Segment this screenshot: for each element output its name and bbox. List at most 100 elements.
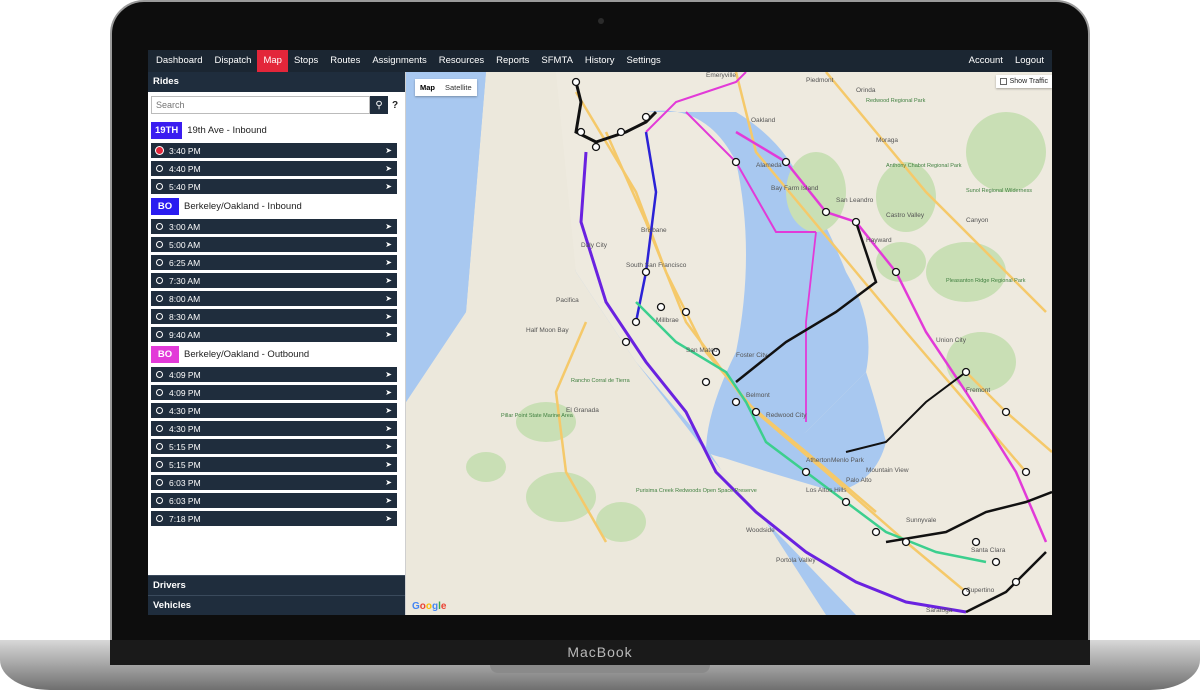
ride-time: 5:15 PM [169,460,385,470]
map-canvas[interactable]: OaklandAlamedaSan LeandroBay Farm Island… [406,72,1052,615]
locate-arrow-icon[interactable]: ➤ [385,182,392,191]
park-area [926,242,1006,302]
locate-arrow-icon[interactable]: ➤ [385,294,392,303]
city-label: Los Altos Hills [806,487,847,494]
ride-row[interactable]: 3:00 AM➤ [151,219,397,234]
locate-arrow-icon[interactable]: ➤ [385,442,392,451]
ride-time: 6:03 PM [169,496,385,506]
stop-marker [993,559,1000,566]
ride-row[interactable]: 4:40 PM➤ [151,161,397,176]
macbook-label: MacBook [0,644,1200,660]
city-label: Castro Valley [886,212,925,219]
locate-arrow-icon[interactable]: ➤ [385,406,392,415]
locate-arrow-icon[interactable]: ➤ [385,514,392,523]
locate-arrow-icon[interactable]: ➤ [385,240,392,249]
route-header[interactable]: BOBerkeley/Oakland - Outbound [151,344,402,364]
ride-time: 8:00 AM [169,294,385,304]
vehicles-panel[interactable]: Vehicles [148,595,405,615]
locate-arrow-icon[interactable]: ➤ [385,388,392,397]
help-button[interactable]: ? [388,100,402,111]
ride-row[interactable]: 6:03 PM➤ [151,475,397,490]
locate-arrow-icon[interactable]: ➤ [385,258,392,267]
locate-arrow-icon[interactable]: ➤ [385,424,392,433]
map-type-map[interactable]: Map [415,79,440,96]
locate-arrow-icon[interactable]: ➤ [385,164,392,173]
locate-arrow-icon[interactable]: ➤ [385,496,392,505]
ride-row[interactable]: 4:30 PM➤ [151,403,397,418]
ride-row[interactable]: 6:25 AM➤ [151,255,397,270]
map-type-satellite[interactable]: Satellite [440,79,477,96]
search-input[interactable] [151,96,370,114]
rides-header[interactable]: Rides [148,72,405,92]
park-area [466,452,506,482]
nav-history[interactable]: History [579,50,621,72]
locate-arrow-icon[interactable]: ➤ [385,330,392,339]
stop-marker [658,304,665,311]
city-label: Hayward [866,237,892,244]
status-circle-icon [156,461,163,468]
status-circle-icon [156,425,163,432]
ride-time: 4:30 PM [169,424,385,434]
locate-arrow-icon[interactable]: ➤ [385,370,392,379]
ride-row[interactable]: 8:00 AM➤ [151,291,397,306]
nav-routes[interactable]: Routes [324,50,366,72]
park-label: Redwood Regional Park [866,98,926,104]
ride-row[interactable]: 8:30 AM➤ [151,309,397,324]
nav-reports[interactable]: Reports [490,50,535,72]
stop-marker [633,319,640,326]
stop-marker [873,529,880,536]
ride-row[interactable]: 5:40 PM➤ [151,179,397,194]
city-label: San Mateo [686,347,718,354]
top-navbar: Dashboard Dispatch Map Stops Routes Assi… [148,50,1052,72]
nav-assignments[interactable]: Assignments [366,50,432,72]
ride-time: 6:25 AM [169,258,385,268]
search-button[interactable]: ⚲ [370,96,388,114]
route-header[interactable]: BOBerkeley/Oakland - Inbound [151,196,402,216]
locate-arrow-icon[interactable]: ➤ [385,146,392,155]
nav-dashboard[interactable]: Dashboard [150,50,208,72]
ride-row[interactable]: 7:18 PM➤ [151,511,397,526]
status-circle-icon [156,165,163,172]
locate-arrow-icon[interactable]: ➤ [385,478,392,487]
nav-dispatch[interactable]: Dispatch [208,50,257,72]
traffic-checkbox[interactable] [1000,78,1007,85]
ride-time: 3:40 PM [169,146,385,156]
nav-settings[interactable]: Settings [620,50,666,72]
map-view[interactable]: OaklandAlamedaSan LeandroBay Farm Island… [406,72,1052,615]
ride-row[interactable]: 4:30 PM➤ [151,421,397,436]
ride-row[interactable]: 4:09 PM➤ [151,385,397,400]
city-label: Fremont [966,387,990,394]
ride-row[interactable]: 4:09 PM➤ [151,367,397,382]
nav-sfmta[interactable]: SFMTA [535,50,579,72]
city-label: Sunnyvale [906,517,937,524]
nav-account[interactable]: Account [963,50,1009,72]
city-label: Oakland [751,117,776,124]
route-header[interactable]: 19TH19th Ave - Inbound [151,120,402,140]
locate-arrow-icon[interactable]: ➤ [385,276,392,285]
show-traffic-control[interactable]: Show Traffic [996,75,1052,88]
status-circle-icon [156,389,163,396]
stop-marker [573,79,580,86]
city-label: Pacifica [556,297,579,304]
locate-arrow-icon[interactable]: ➤ [385,460,392,469]
ride-row[interactable]: 7:30 AM➤ [151,273,397,288]
nav-logout[interactable]: Logout [1009,50,1050,72]
park-label: Sunol Regional Wilderness [966,188,1032,194]
stop-marker [783,159,790,166]
ride-row[interactable]: 9:40 AM➤ [151,327,397,342]
ride-row[interactable]: 5:15 PM➤ [151,457,397,472]
nav-resources[interactable]: Resources [433,50,490,72]
ride-row[interactable]: 5:00 AM➤ [151,237,397,252]
ride-row[interactable]: 6:03 PM➤ [151,493,397,508]
stop-marker [903,539,910,546]
locate-arrow-icon[interactable]: ➤ [385,222,392,231]
drivers-panel[interactable]: Drivers [148,575,405,595]
ride-row[interactable]: 3:40 PM➤ [151,143,397,158]
locate-arrow-icon[interactable]: ➤ [385,312,392,321]
ride-time: 3:00 AM [169,222,385,232]
nav-stops[interactable]: Stops [288,50,324,72]
ride-time: 4:09 PM [169,370,385,380]
ride-row[interactable]: 5:15 PM➤ [151,439,397,454]
nav-map[interactable]: Map [257,50,287,72]
city-label: Piedmont [806,77,834,84]
